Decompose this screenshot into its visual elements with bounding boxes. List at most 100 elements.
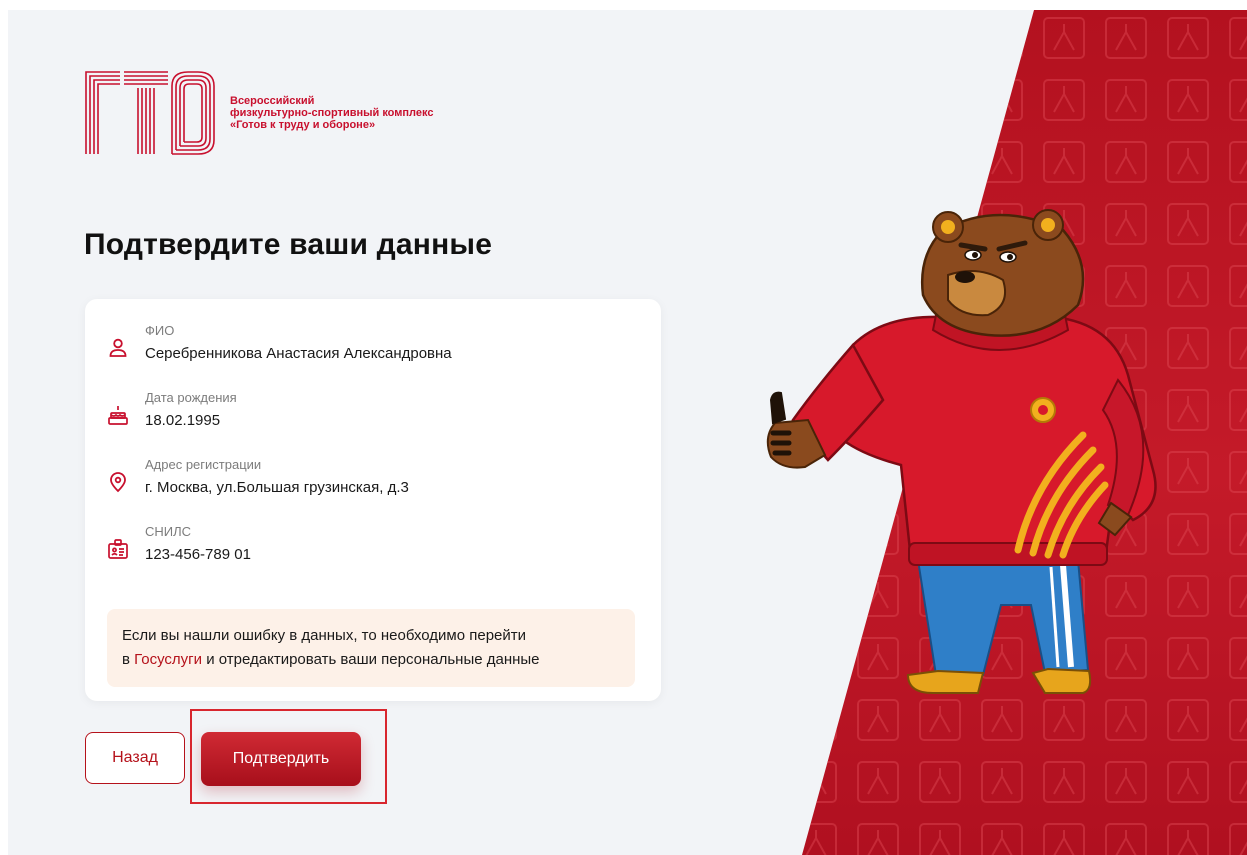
pattern-tile: [796, 762, 836, 802]
pattern-athlete: [1240, 706, 1247, 732]
pattern-athlete: [930, 24, 950, 50]
pattern-athlete: [1240, 86, 1247, 112]
error-notice: Если вы нашли ошибку в данных, то необхо…: [107, 609, 635, 687]
field-label: Дата рождения: [145, 390, 237, 405]
pattern-tile: [858, 18, 898, 58]
field-label: Адрес регистрации: [145, 457, 262, 472]
pattern-athlete: [1240, 272, 1247, 298]
cake-icon: [108, 406, 128, 425]
pattern-athlete: [1240, 458, 1247, 484]
gto-logo[interactable]: Всероссийский физкультурно-спортивный ко…: [84, 70, 433, 156]
pattern-tile: [1230, 266, 1247, 306]
pattern-athlete: [930, 148, 950, 174]
pattern-athlete: [1240, 830, 1247, 855]
pattern-athlete: [930, 768, 950, 794]
pattern-athlete: [1178, 148, 1198, 174]
location-pin-icon: [110, 472, 126, 493]
notice-line: в Госуслуги и отредактировать ваши персо…: [122, 651, 540, 668]
pattern-tile: [1230, 638, 1247, 678]
pattern-tile: [1230, 514, 1247, 554]
pattern-athlete: [1240, 210, 1247, 236]
pattern-athlete: [1054, 830, 1074, 855]
pattern-athlete: [992, 148, 1012, 174]
pattern-athlete: [806, 24, 826, 50]
pattern-athlete: [1116, 24, 1136, 50]
pattern-athlete: [868, 86, 888, 112]
field-label: ФИО: [145, 323, 175, 338]
pattern-athlete: [806, 86, 826, 112]
pattern-athlete: [992, 830, 1012, 855]
pattern-tile: [1230, 824, 1247, 855]
pattern-tile: [1230, 80, 1247, 120]
back-button[interactable]: Назад: [85, 732, 185, 784]
pattern-tile: [796, 18, 836, 58]
gosuslugi-link[interactable]: Госуслуги: [134, 651, 202, 668]
pattern-athlete: [868, 768, 888, 794]
field-label: СНИЛС: [145, 524, 192, 539]
pattern-tile: [1230, 762, 1247, 802]
logo-text: Всероссийский физкультурно-спортивный ко…: [230, 95, 433, 131]
pattern-tile: [1230, 700, 1247, 740]
page-title: Подтвердите ваши данные: [84, 228, 493, 261]
pattern-athlete: [1240, 768, 1247, 794]
pattern-athlete: [1178, 830, 1198, 855]
pattern-athlete: [930, 830, 950, 855]
pattern-tile: [1230, 328, 1247, 368]
field-value: г. Москва, ул.Большая грузинская, д.3: [145, 479, 409, 496]
confirm-button[interactable]: Подтвердить: [201, 732, 361, 786]
pattern-tile: [858, 142, 898, 182]
pattern-athlete: [1054, 148, 1074, 174]
pattern-tile: [982, 18, 1022, 58]
pattern-athlete: [1054, 768, 1074, 794]
pattern-tile: [1230, 576, 1247, 616]
person-icon: [109, 338, 127, 357]
pattern-tile: [1230, 452, 1247, 492]
pattern-tile: [1230, 390, 1247, 430]
pattern-tile: [920, 18, 960, 58]
pattern-athlete: [992, 86, 1012, 112]
field-value: 18.02.1995: [145, 412, 221, 429]
pattern-athlete: [868, 830, 888, 855]
field-value: Серебренникова Анастасия Александровна: [145, 345, 452, 362]
pattern-athlete: [1240, 148, 1247, 174]
notice-line: Если вы нашли ошибку в данных, то необхо…: [122, 627, 527, 644]
logo-text-line: Всероссийский: [230, 95, 315, 107]
field-value: 123-456-789 01: [145, 546, 251, 563]
pattern-tile: [858, 80, 898, 120]
pattern-athlete: [1116, 768, 1136, 794]
pattern-athlete: [1240, 644, 1247, 670]
pattern-athlete: [806, 768, 826, 794]
pattern-athlete: [806, 148, 826, 174]
pattern-athlete: [1054, 24, 1074, 50]
pattern-athlete: [930, 86, 950, 112]
notice-text: и отредактировать ваши персональные данн…: [206, 651, 540, 668]
pattern-athlete: [1240, 582, 1247, 608]
pattern-tile: [920, 142, 960, 182]
pattern-athlete: [1178, 768, 1198, 794]
bear-mascot-illustration: [766, 209, 1157, 694]
pattern-athlete: [1054, 86, 1074, 112]
pattern-athlete: [1178, 24, 1198, 50]
pattern-tile: [920, 80, 960, 120]
pattern-athlete: [1178, 86, 1198, 112]
notice-text: в: [122, 651, 130, 668]
id-card-icon: [108, 539, 128, 559]
pattern-athlete: [1240, 520, 1247, 546]
pattern-tile: [1230, 18, 1247, 58]
pattern-tile: [1230, 204, 1247, 244]
page: Всероссийский физкультурно-спортивный ко…: [8, 10, 1247, 855]
pattern-athlete: [992, 24, 1012, 50]
pattern-tile: [796, 142, 836, 182]
pattern-athlete: [992, 768, 1012, 794]
pattern-athlete: [806, 830, 826, 855]
pattern-tile: [982, 80, 1022, 120]
pattern-athlete: [1116, 830, 1136, 855]
pattern-tile: [796, 80, 836, 120]
pattern-athlete: [868, 148, 888, 174]
gto-logo-icon: [85, 71, 215, 155]
pattern-athlete: [1116, 86, 1136, 112]
pattern-athlete: [868, 24, 888, 50]
pattern-athlete: [1240, 334, 1247, 360]
pattern-tile: [1230, 142, 1247, 182]
logo-text-line: физкультурно-спортивный комплекс: [230, 107, 434, 119]
